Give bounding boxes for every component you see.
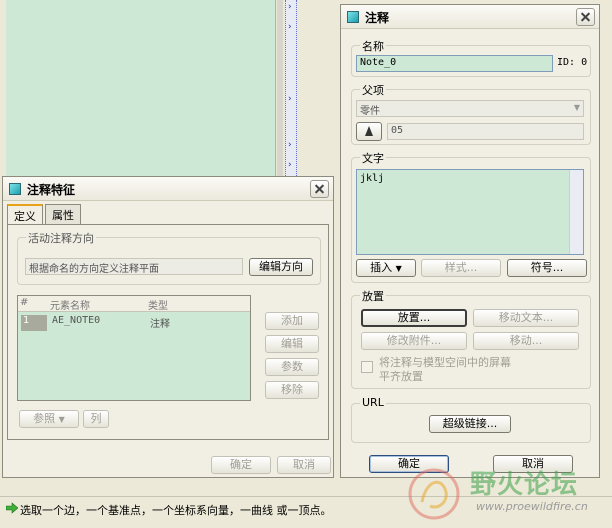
columns-button[interactable]: 列	[83, 410, 109, 428]
watermark-url: www.proewildfire.cn	[476, 500, 588, 513]
name-group-label: 名称	[360, 38, 386, 54]
selection-indicator-strip: › › › › ›	[285, 0, 297, 178]
model-canvas[interactable]	[6, 0, 276, 178]
note-text-value: jklj	[360, 173, 385, 184]
parent-group-label: 父项	[360, 82, 386, 98]
dialog-app-icon	[347, 11, 359, 23]
row-type: 注释	[150, 319, 170, 330]
modify-attachment-button[interactable]: 修改附件...	[361, 332, 467, 350]
chevron-down-icon: ▼	[573, 103, 580, 112]
canvas-divider	[277, 0, 283, 178]
align-checkbox[interactable]	[361, 361, 373, 373]
align-checkbox-label-2: 平齐放置	[379, 370, 423, 383]
move-button[interactable]: 移动...	[473, 332, 579, 350]
move-text-button[interactable]: 移动文本...	[473, 309, 579, 327]
feature-dialog-titlebar: 注释特征	[3, 177, 333, 201]
table-row[interactable]: 1 AE_NOTE0 注释	[18, 313, 250, 331]
flame-logo-icon	[408, 468, 460, 520]
style-button[interactable]: 样式...	[421, 259, 501, 277]
placement-group-label: 放置	[360, 288, 386, 304]
remove-button[interactable]: 移除	[265, 381, 319, 399]
col-header-index: #	[20, 297, 29, 308]
orientation-group-label: 活动注释方向	[26, 230, 96, 246]
watermark-text: 野火论坛	[470, 470, 579, 500]
hyperlink-button[interactable]: 超级链接...	[429, 415, 511, 433]
pointer-arrow-icon	[365, 126, 373, 136]
id-label: ID: 0	[557, 57, 588, 68]
note-dialog-title: 注释	[365, 11, 390, 25]
reference-button[interactable]: 参照 ▼	[19, 410, 79, 428]
close-icon[interactable]	[310, 180, 329, 198]
feature-ok-button[interactable]: 确定	[211, 456, 271, 474]
text-scrollbar[interactable]	[569, 170, 583, 254]
text-group-label: 文字	[360, 150, 386, 166]
col-header-type: 类型	[148, 301, 168, 312]
col-header-name: 元素名称	[50, 301, 90, 312]
feature-cancel-button[interactable]: 取消	[277, 456, 331, 474]
chevron-down-icon: ▼	[395, 264, 402, 273]
select-reference-button[interactable]	[356, 122, 382, 141]
edit-orientation-button[interactable]: 编辑方向	[249, 258, 313, 276]
place-button[interactable]: 放置...	[361, 309, 467, 327]
element-table: # 元素名称 类型 1 AE_NOTE0 注释	[17, 295, 251, 401]
tab-properties[interactable]: 属性	[45, 204, 81, 224]
url-group-label: URL	[360, 396, 386, 409]
edit-button[interactable]: 编辑	[265, 335, 319, 353]
note-text-area[interactable]: jklj	[356, 169, 584, 255]
parent-reference-field: 05	[387, 123, 584, 140]
feature-dialog-title: 注释特征	[27, 183, 76, 197]
reference-label: 参照	[33, 412, 56, 425]
chevron-down-icon: ▼	[58, 415, 65, 424]
parent-type-value: 零件	[360, 106, 380, 117]
watermark: 野火论坛 www.proewildfire.cn	[400, 462, 612, 522]
add-button[interactable]: 添加	[265, 312, 319, 330]
tab-definition[interactable]: 定义	[7, 204, 43, 225]
element-table-header: # 元素名称 类型	[18, 296, 250, 312]
symbol-button[interactable]: 符号...	[507, 259, 587, 277]
note-dialog: 注释 名称 Note_0 ID: 0 父项 零件 ▼ 05 文字 jklj 插入…	[340, 4, 600, 478]
name-field[interactable]: Note_0	[356, 55, 553, 72]
row-name: AE_NOTE0	[52, 315, 101, 326]
note-feature-dialog: 注释特征 定义 属性 活动注释方向 根据命名的方向定义注释平面 编辑方向 # 元…	[2, 176, 334, 478]
insert-label: 插入	[370, 261, 393, 274]
dialog-app-icon	[9, 183, 21, 195]
close-icon[interactable]	[576, 8, 595, 26]
orientation-field: 根据命名的方向定义注释平面	[25, 258, 243, 275]
note-dialog-titlebar: 注释	[341, 5, 599, 29]
parent-type-select[interactable]: 零件 ▼	[356, 100, 584, 117]
arrow-right-icon	[6, 502, 18, 514]
params-button[interactable]: 参数	[265, 358, 319, 376]
status-message: 选取一个边，一个基准点，一个坐标系向量，一曲线 或一顶点。	[20, 504, 332, 517]
row-index: 1	[23, 315, 30, 326]
insert-button[interactable]: 插入 ▼	[356, 259, 416, 277]
